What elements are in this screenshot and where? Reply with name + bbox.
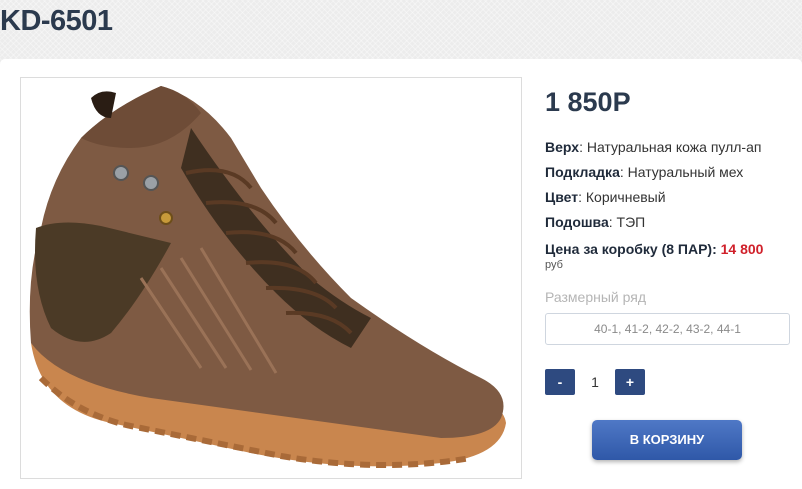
spec-value: : Натуральный мех xyxy=(619,164,744,180)
boot-illustration xyxy=(29,86,506,468)
product-title: KD-6501 xyxy=(0,5,113,37)
spec-label: Подкладка xyxy=(545,164,620,180)
add-to-cart-button[interactable]: В КОРЗИНУ xyxy=(592,420,742,460)
quantity-increase-button[interactable]: + xyxy=(615,369,645,395)
box-price-label: Цена за коробку (8 ПАР): xyxy=(545,241,717,257)
spec-label: Цвет xyxy=(545,189,579,205)
box-price: Цена за коробку (8 ПАР): 14 800 xyxy=(545,241,763,257)
quantity-decrease-button[interactable]: - xyxy=(545,369,575,395)
size-row-field[interactable]: 40-1, 41-2, 42-2, 43-2, 44-1 xyxy=(545,313,790,345)
spec-sole: Подошва: ТЭП xyxy=(545,214,645,230)
product-card: 1 850Р Верх: Натуральная кожа пулл-ап По… xyxy=(0,59,802,489)
spec-value: : Коричневый xyxy=(578,189,666,205)
product-image[interactable] xyxy=(20,77,522,479)
spec-value: : ТЭП xyxy=(608,214,646,230)
spec-lining: Подкладка: Натуральный мех xyxy=(545,164,743,180)
quantity-input[interactable]: 1 xyxy=(575,369,615,395)
size-row-label: Размерный ряд xyxy=(545,289,647,305)
spec-value: : Натуральная кожа пулл-ап xyxy=(579,139,762,155)
spec-color: Цвет: Коричневый xyxy=(545,189,666,205)
spec-label: Верх xyxy=(545,139,580,155)
spec-upper: Верх: Натуральная кожа пулл-ап xyxy=(545,139,761,155)
spec-label: Подошва xyxy=(545,214,609,230)
box-price-value: 14 800 xyxy=(720,241,764,257)
product-price: 1 850Р xyxy=(545,87,631,117)
box-price-currency: руб xyxy=(545,259,563,271)
